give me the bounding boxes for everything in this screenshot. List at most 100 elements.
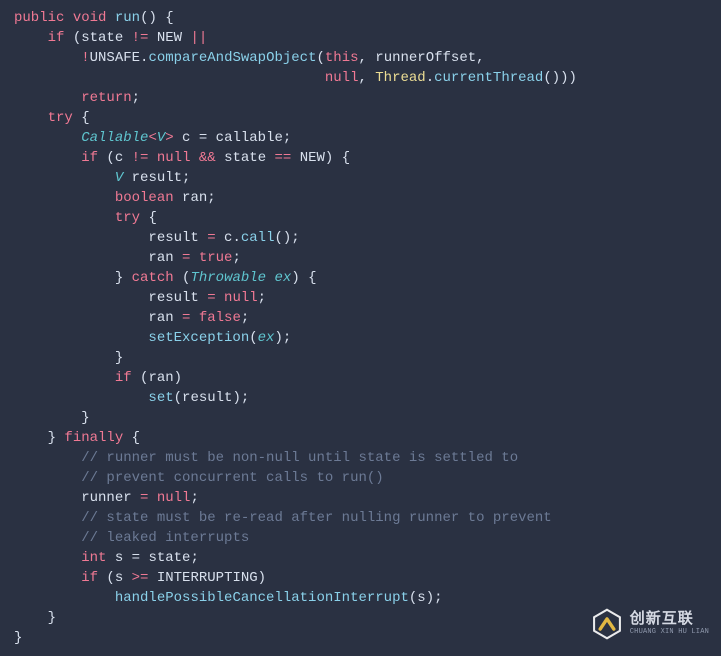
decl: c = callable;: [174, 130, 292, 146]
semi: ;: [132, 90, 140, 106]
logo-en: CHUANG XIN HU LIAN: [630, 629, 709, 636]
kw-void: void: [73, 10, 107, 26]
fn-hpci: handlePossibleCancellationInterrupt: [115, 590, 409, 606]
kw-null: null: [224, 290, 258, 306]
semi: ;: [258, 290, 266, 306]
kw-if: if: [81, 570, 98, 586]
code-block: public void run() { if (state != NEW || …: [0, 0, 721, 656]
expr: (c: [98, 150, 132, 166]
brace: {: [73, 110, 90, 126]
kw-if: if: [115, 370, 132, 386]
fn-currentthread: currentThread: [434, 70, 543, 86]
paren: (: [249, 330, 257, 346]
type-callable: Callable: [81, 130, 148, 146]
expr: (ran): [132, 370, 182, 386]
kw-try: try: [115, 210, 140, 226]
brace: }: [14, 630, 22, 646]
decl: ran;: [174, 190, 216, 206]
close: ())): [543, 70, 577, 86]
expr: (state: [73, 30, 132, 46]
gt: >: [165, 130, 173, 146]
brace: }: [48, 610, 56, 626]
logo-cn: 创新互联: [630, 612, 709, 627]
sp: [190, 310, 198, 326]
type-v: V: [157, 130, 165, 146]
op-ne: !=: [132, 150, 149, 166]
kw-return: return: [81, 90, 131, 106]
expr: (s: [98, 570, 132, 586]
kw-null: null: [157, 150, 191, 166]
kw-public: public: [14, 10, 64, 26]
kw-if: if: [81, 150, 98, 166]
expr: NEW) {: [291, 150, 350, 166]
lhs: result: [148, 230, 207, 246]
paren: (: [316, 50, 324, 66]
op-assign: =: [207, 230, 215, 246]
kw-false: false: [199, 310, 241, 326]
lhs: ran: [148, 250, 182, 266]
kw-finally: finally: [64, 430, 123, 446]
type-thread: Thread: [375, 70, 425, 86]
expr: state: [216, 150, 275, 166]
brace: }: [48, 430, 65, 446]
comma: ,: [358, 70, 375, 86]
args: (result);: [174, 390, 250, 406]
fn-setexception: setException: [148, 330, 249, 346]
args: (s);: [409, 590, 443, 606]
logo-icon: [590, 607, 624, 641]
expr: INTERRUPTING): [148, 570, 266, 586]
logo-text: 创新互联 CHUANG XIN HU LIAN: [630, 612, 709, 636]
brace: {: [123, 430, 140, 446]
brace: }: [115, 350, 123, 366]
kw-this: this: [325, 50, 359, 66]
comment: // runner must be non-null until state i…: [81, 450, 518, 466]
op-assign: =: [207, 290, 215, 306]
decl: result;: [123, 170, 190, 186]
op-or: ||: [190, 30, 207, 46]
semi: ;: [190, 490, 198, 506]
kw-null: null: [157, 490, 191, 506]
fn-cas: compareAndSwapObject: [148, 50, 316, 66]
dot: .: [426, 70, 434, 86]
sp: [148, 150, 156, 166]
type-throwable: Throwable: [190, 270, 266, 286]
kw-null: null: [325, 70, 359, 86]
op-ge: >=: [132, 570, 149, 586]
sp: [190, 150, 198, 166]
brace: }: [81, 410, 89, 426]
id-unsafe: UNSAFE: [90, 50, 140, 66]
fn-run: run: [115, 10, 140, 26]
sp: [216, 290, 224, 306]
args: , runnerOffset,: [359, 50, 485, 66]
expr: NEW: [148, 30, 190, 46]
lhs: runner: [81, 490, 140, 506]
tail: ();: [274, 230, 299, 246]
brace: {: [140, 210, 157, 226]
comment: // leaked interrupts: [81, 530, 249, 546]
sp: [190, 250, 198, 266]
kw-catch: catch: [132, 270, 174, 286]
close: );: [274, 330, 291, 346]
op-and: &&: [199, 150, 216, 166]
semi: ;: [241, 310, 249, 326]
comment: // state must be re-read after nulling r…: [81, 510, 551, 526]
sp: [148, 490, 156, 506]
kw-true: true: [199, 250, 233, 266]
lhs: result: [148, 290, 207, 306]
comment: // prevent concurrent calls to run(): [81, 470, 383, 486]
kw-try: try: [48, 110, 73, 126]
op-eq: ==: [275, 150, 292, 166]
kw-if: if: [48, 30, 65, 46]
brace: }: [115, 270, 132, 286]
mid: c.: [216, 230, 241, 246]
var-ex: ex: [258, 330, 275, 346]
type-v: V: [115, 170, 123, 186]
lhs: ran: [148, 310, 182, 326]
semi: ;: [232, 250, 240, 266]
kw-boolean: boolean: [115, 190, 174, 206]
close: ) {: [291, 270, 316, 286]
var-ex: ex: [266, 270, 291, 286]
kw-int: int: [81, 550, 106, 566]
punct: () {: [140, 10, 174, 26]
paren: (: [174, 270, 191, 286]
